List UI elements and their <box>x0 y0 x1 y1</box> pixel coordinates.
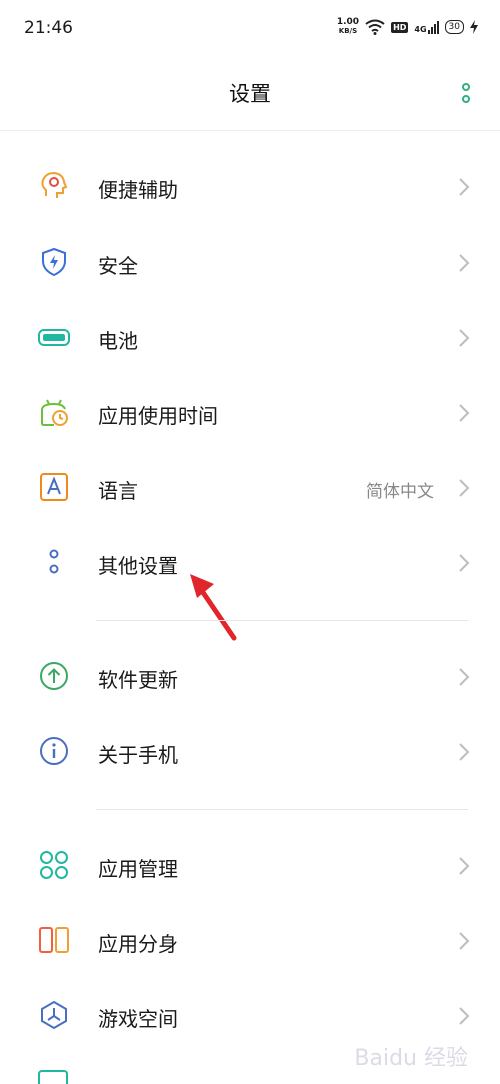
settings-item-label: 应用分身 <box>98 932 178 956</box>
more-options-icon[interactable] <box>458 82 474 106</box>
section-divider <box>96 809 468 810</box>
settings-item-label: 应用管理 <box>98 857 178 881</box>
settings-item-label: 关于手机 <box>98 743 178 767</box>
section-divider <box>96 620 468 621</box>
settings-item-partial[interactable] <box>38 1070 68 1084</box>
info-icon <box>40 737 68 765</box>
hd-voice-icon: HD <box>391 21 409 33</box>
chevron-right-icon <box>459 554 470 572</box>
network-type: 4G <box>414 24 427 34</box>
language-value: 简体中文 <box>366 482 434 502</box>
settings-item-software-update[interactable]: 软件更新 <box>0 640 500 715</box>
settings-item-label: 便捷辅助 <box>98 178 178 202</box>
chevron-right-icon <box>459 857 470 875</box>
settings-item-label: 其他设置 <box>98 554 178 578</box>
settings-item-label: 软件更新 <box>98 668 178 692</box>
settings-item-other-settings[interactable]: 其他设置 <box>0 526 500 601</box>
screen-time-icon <box>41 399 68 426</box>
signal-icon: 4G <box>414 20 439 34</box>
annotation-arrow <box>190 574 237 641</box>
chevron-right-icon <box>459 668 470 686</box>
settings-item-app-clone[interactable]: 应用分身 <box>0 904 500 979</box>
settings-item-app-management[interactable]: 应用管理 <box>0 829 500 904</box>
battery-icon <box>38 329 70 346</box>
chevron-right-icon <box>459 329 470 347</box>
update-icon <box>40 662 68 690</box>
settings-item-screen-time[interactable]: 应用使用时间 <box>0 376 500 451</box>
language-icon <box>40 473 68 501</box>
status-time: 21:46 <box>24 18 73 38</box>
settings-item-label: 语言 <box>98 479 138 503</box>
chevron-right-icon <box>459 178 470 196</box>
status-bar: 21:46 1.00 KB/S HD 4G 30 <box>0 0 500 56</box>
settings-item-accessibility[interactable]: 便捷辅助 <box>0 150 500 225</box>
chevron-right-icon <box>459 1007 470 1025</box>
wifi-icon <box>365 19 385 35</box>
settings-item-label: 应用使用时间 <box>98 404 218 428</box>
chevron-right-icon <box>459 743 470 761</box>
chevron-right-icon <box>459 254 470 272</box>
chevron-right-icon <box>459 479 470 497</box>
settings-item-security[interactable]: 安全 <box>0 226 500 301</box>
charging-icon <box>470 20 478 34</box>
settings-item-about-phone[interactable]: 关于手机 <box>0 715 500 790</box>
chevron-right-icon <box>459 932 470 950</box>
settings-item-label: 电池 <box>98 329 138 353</box>
other-settings-icon <box>49 549 59 574</box>
shield-icon <box>42 247 66 277</box>
status-icons: 1.00 KB/S HD 4G 30 <box>337 18 478 36</box>
app-header: 设置 <box>0 56 500 131</box>
settings-item-label: 安全 <box>98 254 138 278</box>
settings-item-battery[interactable]: 电池 <box>0 301 500 376</box>
chevron-right-icon <box>459 404 470 422</box>
game-space-icon <box>41 1000 67 1030</box>
page-title: 设置 <box>229 82 271 106</box>
accessibility-icon <box>41 171 68 198</box>
app-management-icon <box>40 851 68 879</box>
network-speed-unit: KB/S <box>338 27 358 35</box>
app-clone-icon <box>39 927 69 953</box>
network-speed-value: 1.00 <box>336 17 360 27</box>
battery-indicator: 30 <box>444 20 464 34</box>
watermark-logo: Baidu 经验 <box>354 1046 468 1071</box>
settings-item-language[interactable]: 语言 简体中文 <box>0 451 500 526</box>
settings-item-label: 游戏空间 <box>98 1007 178 1031</box>
network-speed: 1.00 KB/S <box>337 18 359 36</box>
